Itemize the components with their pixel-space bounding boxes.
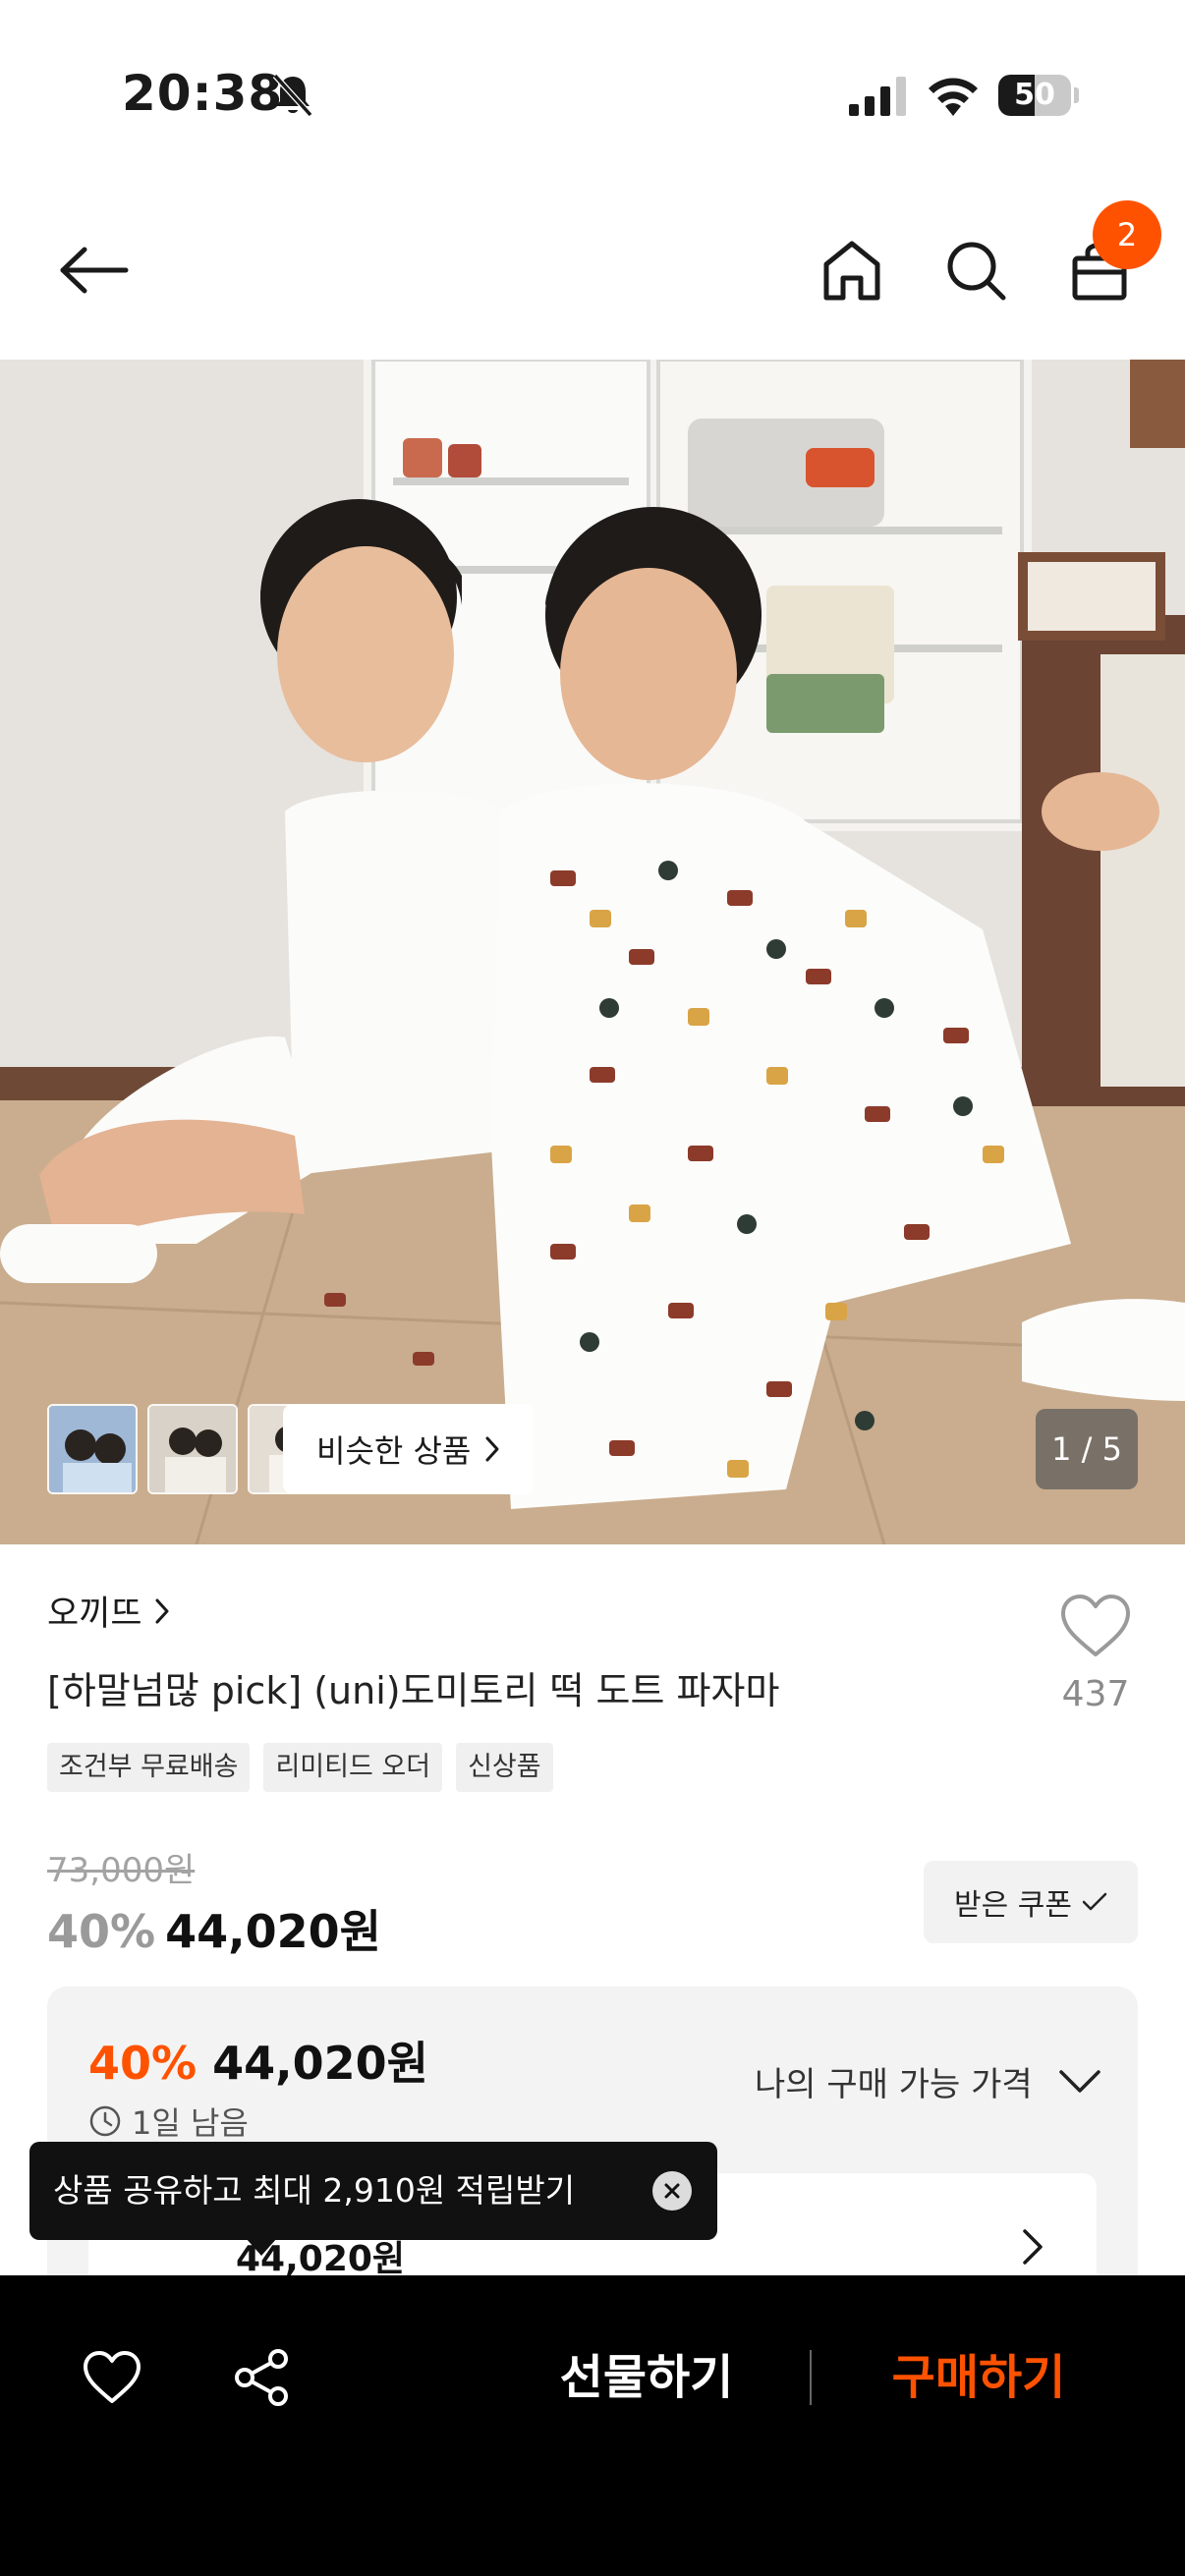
battery-level: 50 xyxy=(1014,78,1055,112)
check-icon xyxy=(1082,1892,1107,1911)
toast-text: 상품 공유하고 최대 2,910원 적립받기 xyxy=(53,2171,576,2210)
price-row: 40% 44,020원 xyxy=(47,1896,381,1961)
coupon-label: 받은 쿠폰 xyxy=(954,1888,1072,1923)
tag-free-shipping: 조건부 무료배송 xyxy=(47,1743,251,1792)
home-icon xyxy=(823,241,880,301)
chevron-right-icon xyxy=(1023,2229,1043,2265)
bottom-divider xyxy=(810,2350,812,2405)
like-block[interactable]: 437 xyxy=(1051,1594,1140,1714)
original-price: 73,000원 xyxy=(47,1851,196,1890)
search-button[interactable] xyxy=(931,226,1020,314)
search-icon xyxy=(947,242,1006,301)
cart-count-badge: 2 xyxy=(1093,200,1161,269)
tag-limited-order: 리미티드 오더 xyxy=(263,1743,443,1792)
similar-products-label: 비슷한 상품 xyxy=(316,1432,472,1470)
buy-button[interactable]: 구매하기 xyxy=(843,2342,1114,2413)
status-time: 20:38 xyxy=(122,65,284,122)
gift-button[interactable]: 선물하기 xyxy=(511,2342,782,2413)
my-price-label: 나의 구매 가능 가격 xyxy=(755,2065,1033,2104)
product-photo xyxy=(0,360,1185,1544)
chevron-down-icon xyxy=(1058,2069,1100,2093)
share-button[interactable] xyxy=(226,2342,297,2413)
tag-new: 신상품 xyxy=(456,1743,553,1792)
toast-close-button[interactable] xyxy=(652,2171,692,2211)
my-price-toggle[interactable]: 나의 구매 가능 가격 xyxy=(755,2057,1101,2105)
brand-link[interactable]: 오끼뜨 xyxy=(47,1586,170,1636)
brand-name: 오끼뜨 xyxy=(47,1595,142,1634)
battery-icon: 50 xyxy=(998,75,1079,116)
product-title: [하말넘많 pick] (uni)도미토리 떡 도트 파자마 xyxy=(47,1669,780,1712)
signal-icon xyxy=(849,77,906,116)
top-nav: 2 xyxy=(0,196,1185,360)
back-button[interactable] xyxy=(49,226,138,314)
product-tags: 조건부 무료배송 리미티드 오더 신상품 xyxy=(47,1743,553,1792)
page-indicator: 1 / 5 xyxy=(1036,1409,1138,1489)
like-count: 437 xyxy=(1061,1674,1130,1714)
bottom-action-bar: 선물하기 구매하기 xyxy=(0,2275,1185,2576)
discount-rate: 40% xyxy=(47,1905,156,1958)
share-icon xyxy=(235,2349,288,2406)
heart-icon xyxy=(84,2351,141,2403)
home-button[interactable] xyxy=(808,226,896,314)
thumbnail-2[interactable] xyxy=(147,1404,238,1494)
time-remaining: 1일 남음 xyxy=(88,2099,249,2144)
my-price-row: 40% 44,020원 xyxy=(88,2028,428,2093)
close-icon xyxy=(664,2183,680,2199)
sale-price: 44,020원 xyxy=(165,1905,381,1958)
toast-tail xyxy=(246,2238,277,2256)
bell-off-icon xyxy=(272,73,313,118)
status-bar: 20:38 50 xyxy=(0,0,1185,187)
wishlist-button[interactable] xyxy=(77,2342,147,2413)
back-arrow-icon xyxy=(60,247,129,294)
wifi-icon xyxy=(929,78,978,116)
chevron-right-icon xyxy=(155,1598,169,1623)
share-reward-toast: 상품 공유하고 최대 2,910원 적립받기 xyxy=(29,2142,717,2240)
thumbnail-1[interactable] xyxy=(47,1404,138,1494)
similar-products-button[interactable]: 비슷한 상품 xyxy=(283,1404,535,1494)
heart-icon xyxy=(1061,1595,1130,1656)
my-discount-rate: 40% xyxy=(88,2037,198,2090)
clock-icon xyxy=(89,2105,121,2137)
time-remaining-text: 1일 남음 xyxy=(132,2104,249,2142)
chevron-right-icon xyxy=(485,1436,499,1462)
product-image-gallery[interactable]: 비슷한 상품 1 / 5 xyxy=(0,360,1185,1544)
received-coupon-button[interactable]: 받은 쿠폰 xyxy=(924,1861,1138,1943)
my-price: 44,020원 xyxy=(212,2037,428,2090)
